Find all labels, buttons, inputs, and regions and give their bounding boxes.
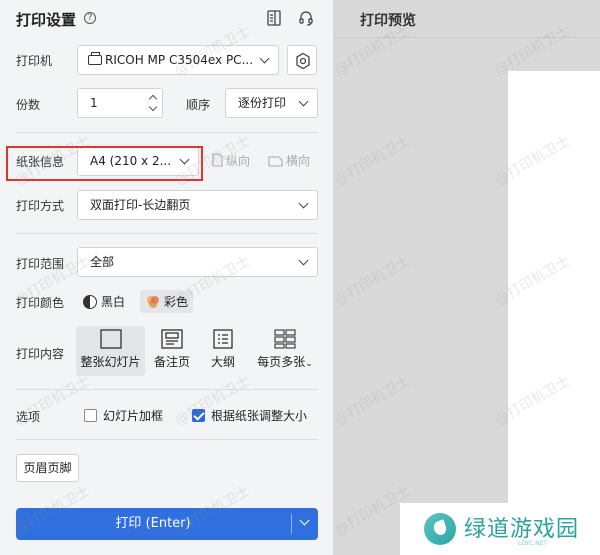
hexagon-gear-icon [296,52,310,70]
logo-text: 绿道游戏园 [464,517,580,542]
checkbox-fit-paper-label: 根据纸张调整大小 [211,409,308,423]
print-preview-panel: 打印预览 [334,0,600,555]
print-settings-panel: 打印设置 ? 打印机 RICOH MP C3504ex PC... 份数 1 顺… [0,0,334,555]
printer-icon [88,52,102,65]
printer-label: 打印机 [16,54,53,68]
color-label: 打印颜色 [16,296,65,310]
printer-settings-button[interactable] [287,45,317,75]
content-option-multi-per-page-label: 每页多张 [257,355,306,369]
checkbox-slide-frame-label: 幻灯片加框 [103,409,164,423]
divider [16,389,318,390]
portrait-option[interactable]: 纵向 [212,152,250,169]
print-options-chevron-icon[interactable] [299,515,310,526]
printer-value: RICOH MP C3504ex PC... [105,53,254,67]
leaf-logo-icon [424,513,456,545]
options-label: 选项 [16,410,41,424]
content-label: 打印内容 [16,347,65,361]
chevron-down-icon [259,53,270,64]
print-button[interactable]: 打印 (Enter) [16,508,290,540]
checkbox-fit-paper[interactable]: 根据纸张调整大小 [192,407,307,424]
copies-stepper[interactable]: 1 [77,88,163,118]
landscape-option[interactable]: 横向 [268,152,310,169]
checkbox-checked-icon[interactable] [192,409,205,422]
copies-label: 份数 [16,98,41,112]
content-option-outline[interactable]: 大纲 [203,326,243,376]
checkbox-unchecked-icon[interactable] [84,409,97,422]
range-label: 打印范围 [16,257,65,271]
content-option-notes[interactable]: 备注页 [150,326,194,376]
notes-page-icon [161,329,183,349]
print-button-group: 打印 (Enter) [16,508,318,540]
content-option-notes-label: 备注页 [153,355,190,369]
slide-icon [99,329,122,349]
color-option-bw[interactable]: 黑白 [78,290,130,313]
palette-icon [147,296,159,308]
range-select[interactable]: 全部 [77,247,318,277]
content-option-multi-per-page[interactable]: 每页多张⌄ [252,326,318,376]
chevron-down-icon [298,255,309,266]
content-option-full-slide-label: 整张幻灯片 [80,355,141,369]
preview-divider [334,37,600,38]
settings-title: 打印设置 [16,11,77,29]
chevron-down-icon[interactable] [148,102,158,112]
portrait-page-icon [212,153,223,167]
highlight-box [6,146,203,181]
content-option-outline-label: 大纲 [210,355,235,369]
divider [16,439,318,440]
duplex-label: 打印方式 [16,199,65,213]
landscape-label: 横向 [286,154,311,168]
chevron-down-icon [298,198,309,209]
divider [16,132,318,133]
divider [16,233,318,234]
printer-select[interactable]: RICOH MP C3504ex PC... [77,45,279,75]
layout-toggle-icon[interactable] [266,9,282,27]
color-option-color[interactable]: 彩色 [140,290,194,313]
contrast-icon [83,295,97,309]
color-option-color-label: 彩色 [164,295,189,309]
landscape-page-icon [268,156,283,167]
outline-icon [213,329,233,349]
portrait-label: 纵向 [226,154,251,168]
preview-title: 打印预览 [360,13,416,29]
headset-icon[interactable] [298,9,314,27]
header-footer-button[interactable]: 页眉页脚 [16,454,79,482]
range-value: 全部 [90,255,115,269]
chevron-down-icon: ⌄ [305,359,313,369]
order-label: 顺序 [186,98,211,112]
print-button-divider [291,514,292,534]
duplex-value: 双面打印-长边翻页 [90,198,191,212]
copies-value: 1 [90,96,98,110]
color-option-bw-label: 黑白 [101,295,126,309]
preview-page [508,71,600,555]
order-select[interactable]: 逐份打印 [225,88,318,118]
multi-page-icon [274,329,296,349]
content-option-full-slide[interactable]: 整张幻灯片 [76,326,145,376]
checkbox-slide-frame[interactable]: 幻灯片加框 [84,407,163,424]
help-icon[interactable]: ? [84,12,96,24]
site-logo: 绿道游戏园 LDYC.NET [400,503,600,555]
order-value: 逐份打印 [238,96,287,110]
duplex-select[interactable]: 双面打印-长边翻页 [77,190,318,220]
chevron-down-icon [298,96,309,107]
logo-subtext: LDYC.NET [518,540,548,547]
